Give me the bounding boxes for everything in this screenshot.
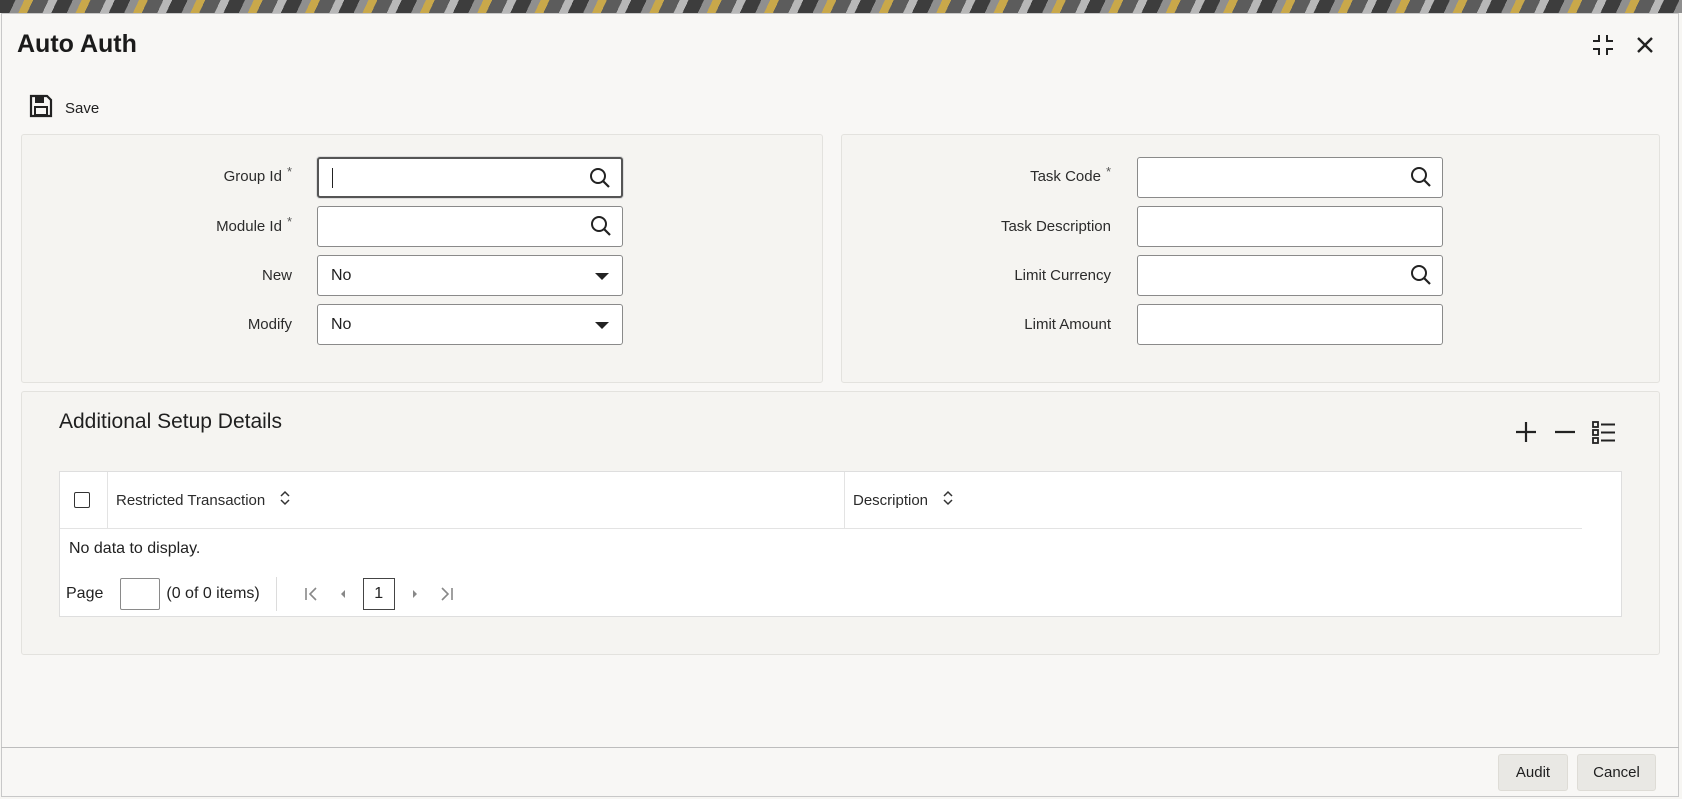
column-divider [844, 472, 845, 528]
new-select[interactable]: No [317, 255, 623, 296]
task-description-input[interactable] [1137, 206, 1443, 247]
column-divider [107, 472, 108, 528]
column-header-description[interactable]: Description [853, 490, 954, 510]
items-count: (0 of 0 items) [166, 585, 260, 602]
current-page[interactable]: 1 [362, 578, 395, 610]
close-icon[interactable] [1632, 32, 1658, 58]
task-code-input[interactable] [1137, 157, 1443, 198]
new-label: New [261, 267, 292, 284]
search-icon[interactable] [1410, 264, 1432, 286]
last-page-icon[interactable] [431, 578, 463, 610]
text-caret [332, 167, 333, 188]
limit-currency-label: Limit Currency [1014, 267, 1111, 284]
table-header: Restricted Transaction Description [60, 472, 1582, 529]
next-page-icon[interactable] [399, 578, 431, 610]
pagination: Page (0 of 0 items) 1 [66, 577, 463, 611]
additional-setup-table: Restricted Transaction Description No da… [59, 471, 1622, 617]
limit-amount-label: Limit Amount [1024, 316, 1111, 333]
additional-setup-title: Additional Setup Details [59, 410, 282, 433]
pager-divider [275, 577, 277, 611]
search-icon[interactable] [590, 215, 612, 237]
select-all-checkbox[interactable] [74, 492, 90, 508]
module-id-input[interactable] [317, 206, 623, 247]
add-row-icon[interactable] [1512, 418, 1540, 446]
sort-icon[interactable] [942, 490, 954, 510]
task-description-label: Task Description [1000, 218, 1111, 235]
maximize-icon[interactable] [1590, 32, 1616, 58]
page-number-input[interactable] [120, 578, 161, 610]
task-code-label: Task Code * [1030, 164, 1111, 185]
footer-divider [1, 747, 1679, 748]
remove-row-icon[interactable] [1551, 418, 1579, 446]
limit-amount-input[interactable] [1137, 304, 1443, 345]
save-icon [29, 94, 53, 122]
page-label: Page [66, 585, 104, 602]
save-label: Save [65, 99, 100, 117]
sort-icon[interactable] [279, 490, 291, 510]
modify-select[interactable]: No [317, 304, 623, 345]
search-icon[interactable] [589, 167, 611, 189]
search-icon[interactable] [1410, 166, 1432, 188]
column-header-restricted-transaction[interactable]: Restricted Transaction [116, 490, 291, 510]
save-button[interactable]: Save [29, 94, 99, 122]
dropdown-arrow-icon [595, 322, 609, 329]
cancel-button[interactable]: Cancel [1577, 754, 1656, 791]
top-decorative-strip [0, 0, 1682, 13]
audit-button[interactable]: Audit [1498, 754, 1568, 791]
limit-currency-input[interactable] [1137, 255, 1443, 296]
single-view-icon[interactable] [1590, 418, 1618, 446]
dropdown-arrow-icon [595, 273, 609, 280]
module-id-label: Module Id * [216, 214, 292, 235]
group-id-input[interactable] [317, 157, 623, 198]
empty-table-message: No data to display. [69, 540, 201, 557]
modify-label: Modify [247, 316, 292, 333]
group-id-label: Group Id * [223, 164, 292, 185]
window-title: Auto Auth [17, 30, 137, 58]
previous-page-icon[interactable] [327, 578, 359, 610]
first-page-icon[interactable] [295, 578, 327, 610]
